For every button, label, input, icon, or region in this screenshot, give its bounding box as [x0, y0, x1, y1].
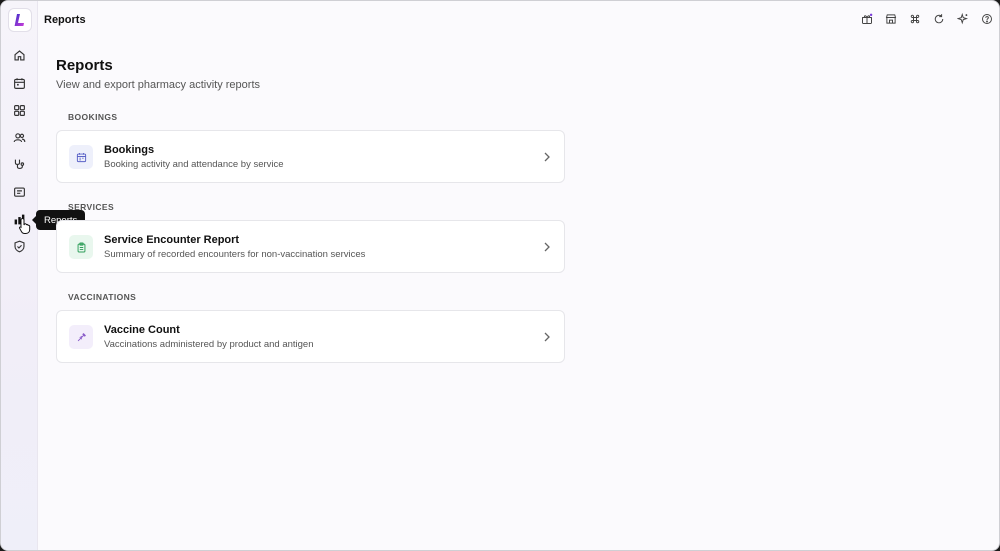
pointer-cursor-icon — [18, 217, 31, 234]
syringe-icon — [69, 325, 93, 349]
grid-icon[interactable] — [11, 102, 28, 119]
report-card-service-encounter[interactable]: Service Encounter Report Summary of reco… — [56, 220, 565, 273]
refresh-icon[interactable] — [933, 13, 945, 25]
card-description: Vaccinations administered by product and… — [104, 339, 314, 350]
chevron-right-icon — [544, 242, 550, 252]
app-window: Reports Reports Reports View and export … — [0, 0, 1000, 551]
message-icon[interactable] — [11, 184, 28, 201]
sparkle-icon[interactable] — [957, 13, 969, 25]
stethoscope-icon[interactable] — [11, 156, 28, 173]
chevron-right-icon — [544, 152, 550, 162]
shield-icon[interactable] — [11, 238, 28, 255]
card-description: Booking activity and attendance by servi… — [104, 159, 284, 170]
home-icon[interactable] — [11, 47, 28, 64]
users-icon[interactable] — [11, 129, 28, 146]
calendar-icon — [69, 145, 93, 169]
calendar-icon[interactable] — [11, 75, 28, 92]
page-title: Reports — [56, 57, 113, 74]
gift-icon[interactable] — [861, 13, 873, 25]
top-actions — [861, 13, 993, 25]
card-title: Service Encounter Report — [104, 234, 240, 246]
breadcrumb-title: Reports — [44, 14, 86, 26]
chevron-right-icon — [544, 332, 550, 342]
main-content: Reports View and export pharmacy activit… — [56, 57, 566, 363]
clipboard-icon — [69, 235, 93, 259]
sidebar — [1, 1, 38, 550]
top-bar: Reports — [38, 1, 999, 39]
report-card-vaccine-count[interactable]: Vaccine Count Vaccinations administered … — [56, 310, 565, 363]
report-card-bookings[interactable]: Bookings Booking activity and attendance… — [56, 130, 565, 183]
app-logo[interactable] — [8, 8, 32, 32]
section-label-services: SERVICES — [68, 202, 115, 212]
section-label-vaccinations: VACCINATIONS — [68, 292, 137, 302]
help-icon[interactable] — [981, 13, 993, 25]
card-description: Summary of recorded encounters for non-v… — [104, 249, 366, 260]
card-title: Bookings — [104, 144, 155, 156]
store-icon[interactable] — [885, 13, 897, 25]
section-label-bookings: BOOKINGS — [68, 112, 118, 122]
command-icon[interactable] — [909, 13, 921, 25]
page-subtitle: View and export pharmacy activity report… — [56, 79, 260, 91]
card-title: Vaccine Count — [104, 324, 180, 336]
